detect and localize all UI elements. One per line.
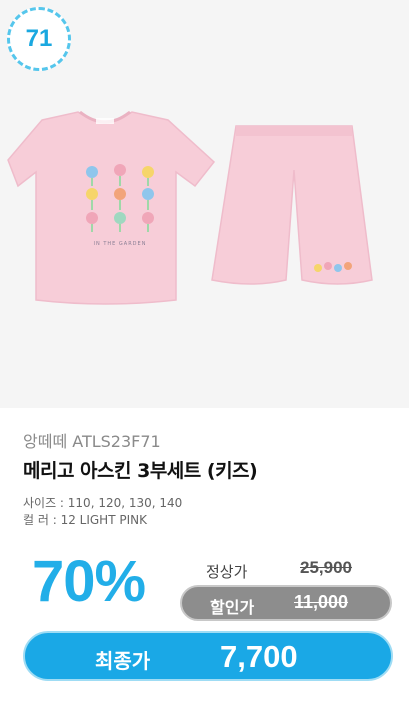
sale-price: 11,000 bbox=[294, 592, 349, 612]
size-options: 사이즈 : 110, 120, 130, 140 bbox=[23, 496, 183, 510]
discount-rate: 70% bbox=[32, 549, 146, 614]
color-option: 컬 러 : 12 LIGHT PINK bbox=[23, 513, 147, 527]
tshirt-print-text: IN THE GARDEN bbox=[94, 241, 147, 247]
final-price-label: 최종가 bbox=[95, 649, 151, 673]
rank-number: 71 bbox=[25, 25, 53, 52]
sale-price-label: 할인가 bbox=[210, 598, 255, 617]
shorts-illustration bbox=[211, 125, 373, 285]
product-photo-area[interactable]: 71 IN THE GARDEN bbox=[0, 0, 409, 408]
tshirt-illustration: IN THE GARDEN bbox=[7, 110, 216, 305]
rank-badge: 71 bbox=[7, 7, 71, 71]
product-title[interactable]: 메리고 아스킨 3부세트 (키즈) bbox=[23, 456, 258, 483]
regular-price: 25,900 bbox=[300, 558, 352, 577]
regular-price-label: 정상가 bbox=[206, 563, 248, 581]
final-price-button[interactable]: 최종가 7,700 bbox=[23, 631, 393, 681]
product-image: IN THE GARDEN bbox=[7, 110, 373, 305]
brand-code: 앙떼떼 ATLS23F71 bbox=[23, 432, 161, 451]
sale-price-pill: 할인가 11,000 bbox=[180, 585, 392, 621]
final-price: 7,700 bbox=[220, 639, 298, 674]
